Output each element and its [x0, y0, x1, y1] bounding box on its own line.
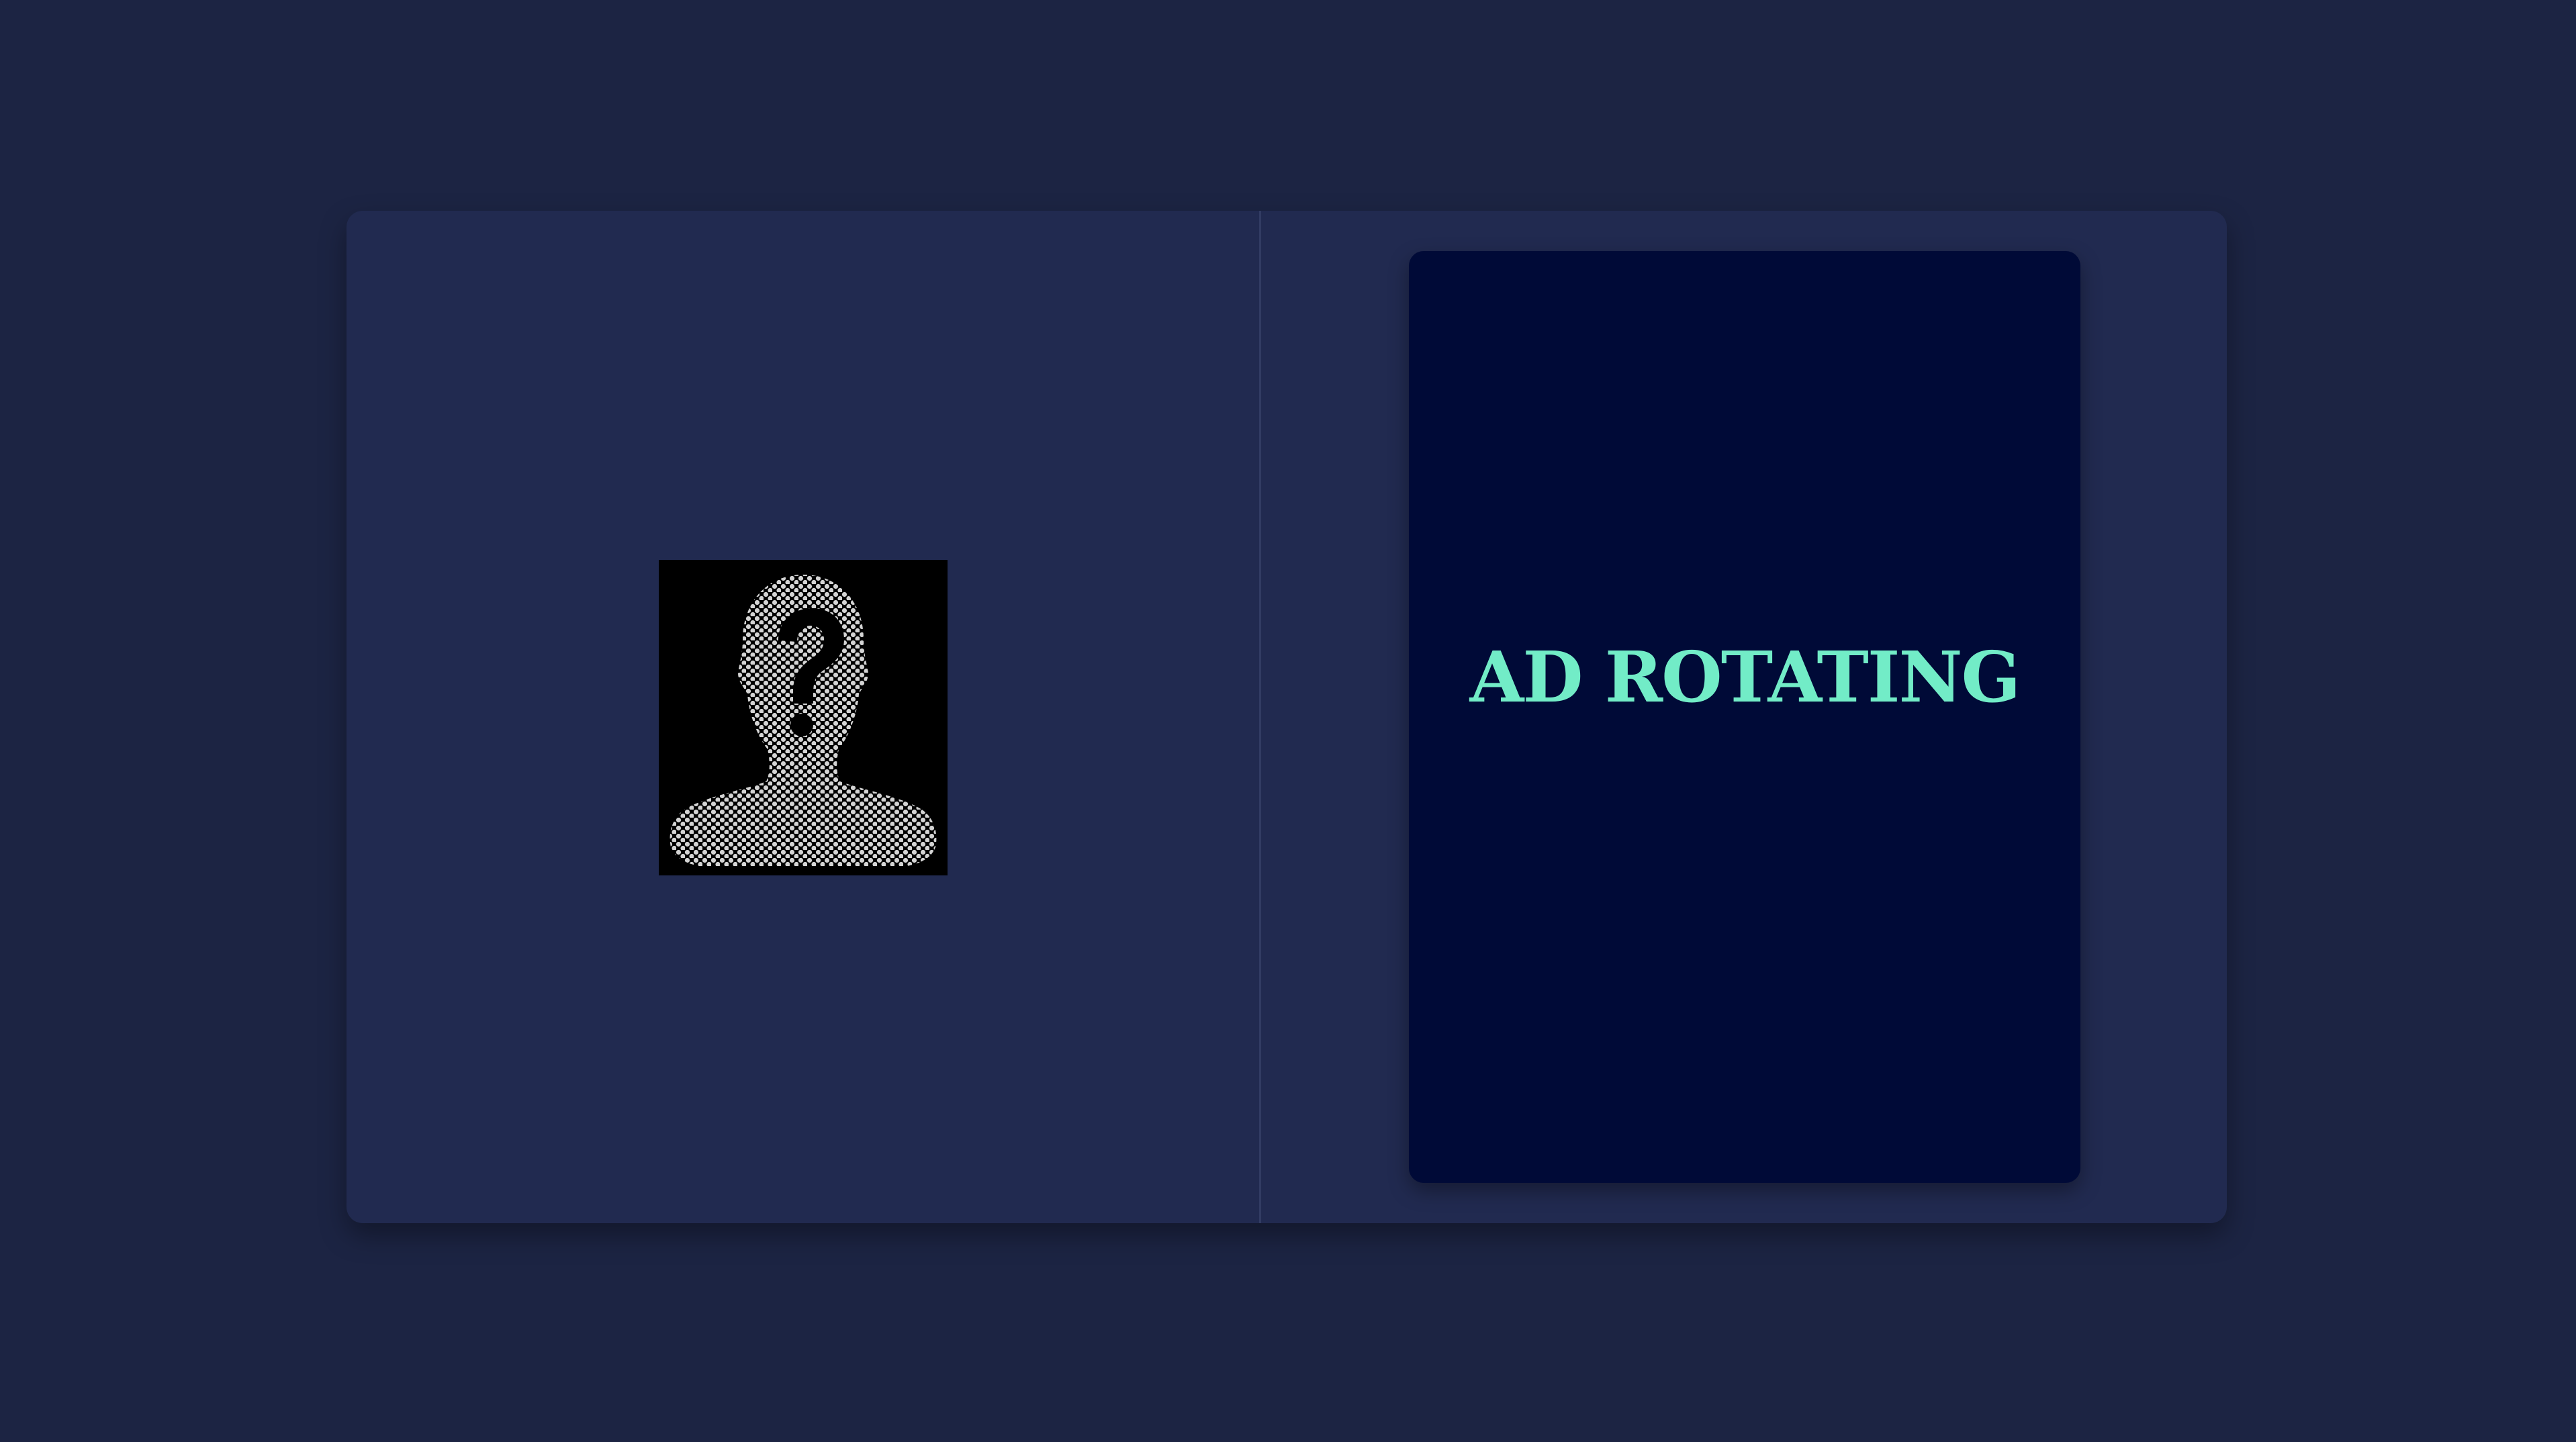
avatar [659, 560, 948, 875]
main-card: AD ROTATING [347, 211, 2227, 1223]
ad-label: AD ROTATING [1469, 635, 2021, 718]
profile-pane [347, 211, 1259, 1223]
ad-pane: AD ROTATING [1261, 211, 2227, 1223]
unknown-person-question-mark-icon [659, 560, 948, 875]
ad-banner[interactable]: AD ROTATING [1409, 251, 2080, 1183]
